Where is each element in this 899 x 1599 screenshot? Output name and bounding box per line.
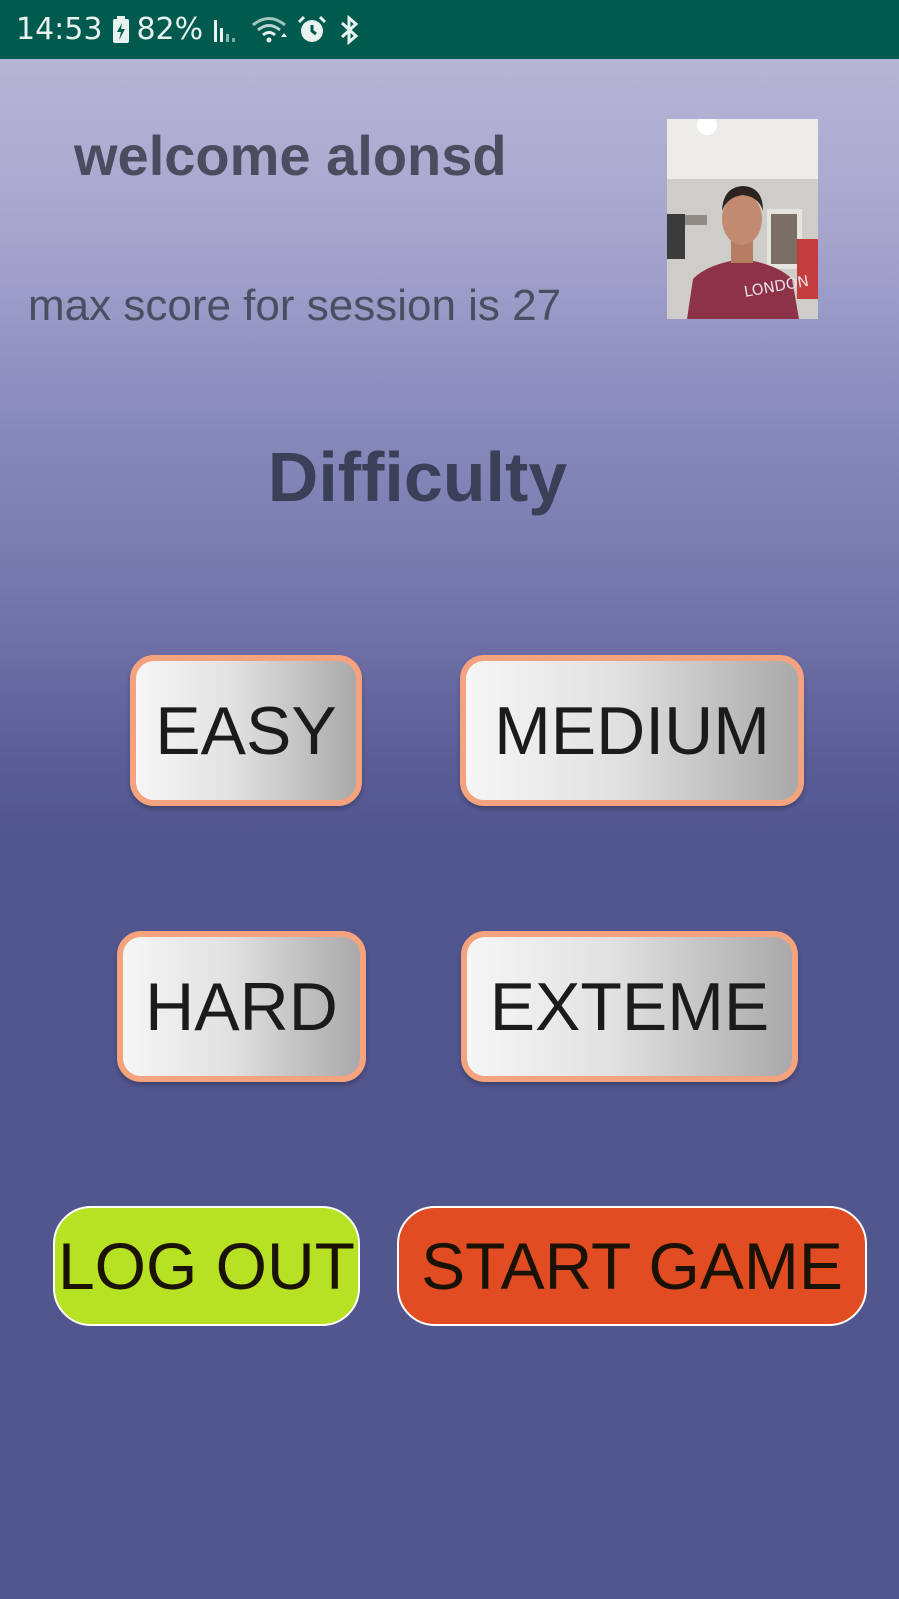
logout-button-label: LOG OUT [57,1229,356,1303]
extreme-button-label: EXTEME [489,968,770,1045]
start-game-button-label: START GAME [421,1229,843,1303]
easy-button[interactable]: EASY [130,655,362,806]
alarm-icon [297,15,327,45]
wifi-icon [251,15,288,45]
bluetooth-icon [337,14,361,45]
signal-icon [213,16,241,44]
easy-button-label: EASY [155,692,337,769]
max-score-text: max score for session is 27 [28,281,562,330]
hard-button-label: HARD [145,968,338,1045]
hard-button[interactable]: HARD [117,931,366,1082]
start-game-button[interactable]: START GAME [397,1206,867,1326]
welcome-text: welcome alonsd [74,124,507,187]
battery-percent: 82% [136,12,204,47]
medium-button-label: MEDIUM [494,692,770,769]
status-bar: 14:53 82% [0,0,899,59]
logout-button[interactable]: LOG OUT [53,1206,360,1326]
status-time: 14:53 [16,12,103,47]
profile-photo: LONDON [667,119,818,319]
extreme-button[interactable]: EXTEME [461,931,798,1082]
battery-charging-icon [112,15,130,44]
medium-button[interactable]: MEDIUM [460,655,804,806]
difficulty-title: Difficulty [267,438,568,516]
